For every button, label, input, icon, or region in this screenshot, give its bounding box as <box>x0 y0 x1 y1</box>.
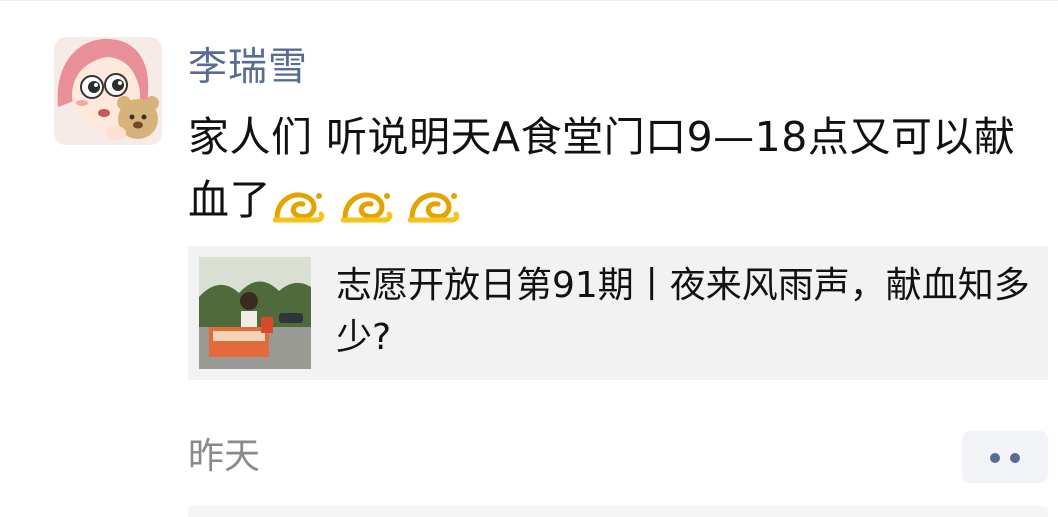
link-title: 志愿开放日第91期丨夜来风雨声，献血知多少? <box>336 265 1030 358</box>
comment-area <box>188 506 1048 517</box>
top-divider <box>0 0 1058 1</box>
timestamp: 昨天 <box>188 436 261 477</box>
more-dots-icon <box>1010 453 1020 463</box>
more-dots-icon <box>990 453 1000 463</box>
post-text: 家人们 听说明天A食堂门口9—18点又可以献血了 <box>188 106 1028 235</box>
thumbnail-image <box>199 257 311 369</box>
snail-emoji-icon <box>273 191 325 222</box>
avatar-illustration <box>54 37 162 145</box>
shared-link-card[interactable]: 志愿开放日第91期丨夜来风雨声，献血知多少? <box>188 246 1048 380</box>
link-thumbnail <box>199 257 311 369</box>
username[interactable]: 李瑞雪 <box>188 38 308 98</box>
snail-emoji-icon <box>408 191 460 222</box>
snail-emoji-icon <box>340 191 392 222</box>
emoji-row <box>271 172 460 235</box>
avatar[interactable] <box>54 37 162 145</box>
more-button[interactable] <box>962 431 1048 483</box>
